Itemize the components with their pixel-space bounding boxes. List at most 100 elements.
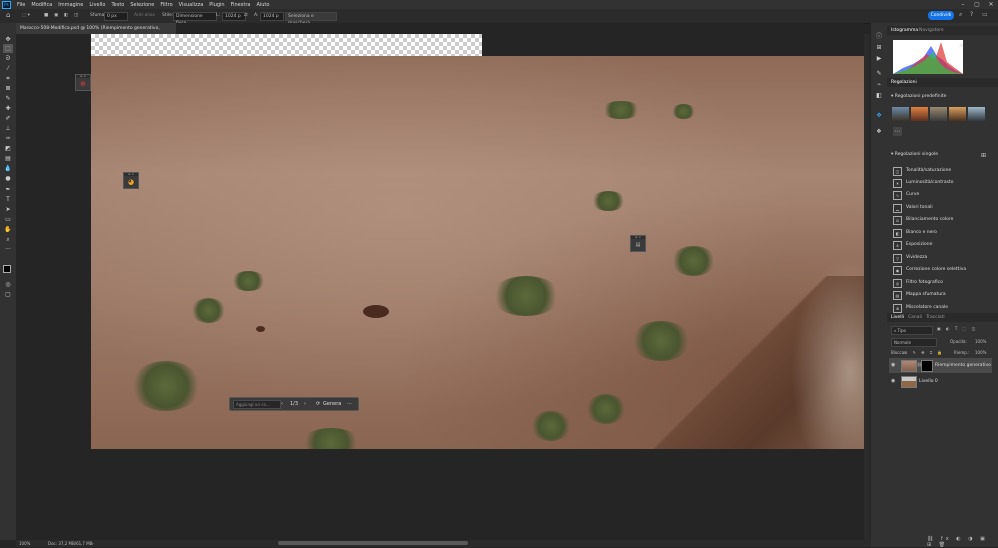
preset-thumbnail[interactable] [968, 107, 985, 121]
shape-tool-icon[interactable]: ▭ [3, 215, 13, 224]
generate-icon[interactable]: ⟳ [316, 398, 320, 410]
status-arrow-icon[interactable]: › [92, 540, 94, 547]
preset-thumbnail[interactable] [911, 107, 928, 121]
paths-icon[interactable]: ⌁ [874, 80, 884, 89]
blend-mode-select[interactable]: Normale [891, 338, 937, 347]
preset-thumbnail[interactable] [892, 107, 909, 121]
new-selection-icon[interactable]: ■ [44, 12, 48, 20]
properties-panel-icon[interactable]: ⊞ [874, 43, 884, 52]
floating-panel[interactable]: ≡ × ◕ [123, 172, 139, 189]
crop-tool-icon[interactable]: ⌗ [3, 74, 13, 83]
menu-livello[interactable]: Livello [86, 2, 108, 8]
share-button[interactable]: Condividi [928, 11, 954, 20]
swap-icon[interactable]: ⇄ [244, 12, 248, 20]
adjustment-levels[interactable]: ▁ Valori tonali [893, 202, 989, 214]
menu-selezione[interactable]: Selezione [127, 2, 157, 8]
foreground-color-swatch[interactable] [3, 265, 11, 273]
actions-icon[interactable]: ▶ [874, 54, 884, 63]
select-and-mask-button[interactable]: Seleziona e maschera... [285, 12, 337, 26]
preset-thumbnail[interactable] [930, 107, 947, 121]
more-options-icon[interactable]: ··· [347, 398, 352, 410]
hand-tool-icon[interactable]: ✋ [3, 225, 13, 234]
warning-icon[interactable]: ⚠ [959, 43, 963, 49]
vertical-scrollbar[interactable] [864, 34, 870, 540]
help-icon[interactable]: ? [970, 11, 973, 19]
subtract-selection-icon[interactable]: ◧ [64, 12, 68, 20]
history-brush-icon[interactable]: ✑ [3, 134, 13, 143]
screen-mode-icon[interactable]: ▢ [3, 290, 13, 299]
tab-channels[interactable]: Canali [908, 313, 922, 322]
navigator-icon[interactable]: ⊕ [76, 78, 90, 90]
eye-icon[interactable]: ◉ [891, 362, 897, 368]
adjustment-brightness-contrast[interactable]: ☀ Luminosità/contrasto [893, 177, 989, 189]
document-tab[interactable]: Marocco-508-Modifica.psd @ 100% (Riempim… [16, 23, 176, 42]
menu-immagine[interactable]: Immagine [55, 2, 86, 8]
brush-tool-icon[interactable]: ✐ [3, 114, 13, 123]
zoom-level[interactable]: 100% [19, 540, 30, 547]
lock-icons[interactable]: ⊞ ✎ ✥ ⌗ 🔒 [904, 349, 944, 356]
menu-plugin[interactable]: Plugin [206, 2, 227, 8]
more-presets-icon[interactable]: ⋯ [893, 127, 902, 136]
move-tool-icon[interactable]: ✥ [3, 35, 13, 44]
type-tool-icon[interactable]: T [3, 195, 13, 204]
lasso-tool-icon[interactable]: ᘐ [3, 54, 13, 63]
layer-row-level-0[interactable]: ◉ Livello 0 [889, 374, 992, 389]
blur-tool-icon[interactable]: 💧 [3, 164, 13, 173]
width-input[interactable]: 1024 p [222, 12, 246, 21]
menu-filtro[interactable]: Filtro [157, 2, 175, 8]
libraries-icon[interactable]: ✥ [874, 111, 884, 120]
workspace-icon[interactable]: ▭ [982, 11, 988, 19]
menu-testo[interactable]: Testo [108, 2, 127, 8]
plugins-icon[interactable]: ❖ [874, 127, 884, 136]
preset-thumbnail[interactable] [949, 107, 966, 121]
feather-input[interactable]: 0 px [104, 12, 128, 21]
zoom-tool-icon[interactable]: ⌕ [3, 235, 13, 244]
layers-footer-icons[interactable]: ⛓ fx ◐ ◑ ▣ ⊞ 🗑 [927, 536, 998, 548]
healing-brush-icon[interactable]: ✚ [3, 104, 13, 113]
add-selection-icon[interactable]: ▣ [54, 12, 58, 20]
clone-stamp-icon[interactable]: ⊥ [3, 124, 13, 133]
more-tools-icon[interactable]: ··· [3, 245, 13, 254]
eraser-tool-icon[interactable]: ◩ [3, 144, 13, 153]
horizontal-scrollbar[interactable] [278, 541, 468, 545]
quick-select-tool-icon[interactable]: ⁄ [3, 64, 13, 73]
previous-variation-icon[interactable]: ‹ [281, 398, 283, 410]
style-select[interactable]: Dimensione fissa [173, 12, 217, 26]
quick-mask-icon[interactable]: ◎ [3, 280, 13, 289]
close-window-icon[interactable]: ✕ [984, 0, 998, 9]
tab-paths[interactable]: Tracciati [926, 313, 945, 322]
home-icon[interactable]: ⌂ [6, 11, 10, 19]
frame-tool-icon[interactable]: ⊠ [3, 84, 13, 93]
gradient-tool-icon[interactable]: ▤ [3, 154, 13, 163]
marquee-tool-icon[interactable]: ⬚ ▾ [22, 12, 30, 20]
menu-file[interactable]: File [14, 2, 28, 8]
tab-navigator[interactable]: Navigatore [919, 26, 944, 35]
marquee-tool-icon[interactable]: ⬚ [3, 44, 13, 53]
eye-icon[interactable]: ◉ [891, 378, 897, 384]
tab-adjustments[interactable]: Regolazioni [891, 78, 917, 87]
tab-histogram[interactable]: Istogramma [891, 26, 918, 35]
fill-value[interactable]: 100% [975, 349, 986, 356]
floating-panel[interactable]: ≡ × ▤ [630, 235, 646, 252]
generate-button[interactable]: Genera [323, 398, 341, 410]
antialias-checkbox[interactable]: Anti-alias [134, 12, 155, 20]
info-icon[interactable]: ⓘ [874, 32, 884, 41]
menu-modifica[interactable]: Modifica [28, 2, 55, 8]
next-variation-icon[interactable]: › [304, 398, 306, 410]
menu-finestra[interactable]: Finestra [228, 2, 254, 8]
maximize-icon[interactable]: ▢ [970, 0, 984, 9]
layer-mask-thumbnail[interactable] [921, 360, 933, 372]
dodge-tool-icon[interactable]: ● [3, 174, 13, 183]
adjustment-selective-color[interactable]: ◉ Correzione colore selettiva [893, 264, 989, 276]
properties-icon[interactable]: ▤ [631, 239, 645, 251]
adjustment-color-balance[interactable]: ⚖ Bilanciamento colore [893, 214, 989, 226]
color-wheel-icon[interactable]: ◕ [124, 176, 138, 188]
menu-visualizza[interactable]: Visualizza [176, 2, 207, 8]
path-select-icon[interactable]: ➤ [3, 205, 13, 214]
layer-row-generative-fill[interactable]: ◉ ⛓ Riempimento generativo [889, 358, 992, 373]
presets-section-title[interactable]: ▾ Regolazioni predefinite [891, 94, 946, 99]
eyedropper-tool-icon[interactable]: ✎ [3, 94, 13, 103]
tab-layers[interactable]: Livelli [891, 313, 904, 322]
layer-filter-icons[interactable]: ▣ ◐ T ⬚ ◫ [937, 326, 977, 331]
adjustment-exposure[interactable]: ± Esposizione [893, 239, 989, 251]
